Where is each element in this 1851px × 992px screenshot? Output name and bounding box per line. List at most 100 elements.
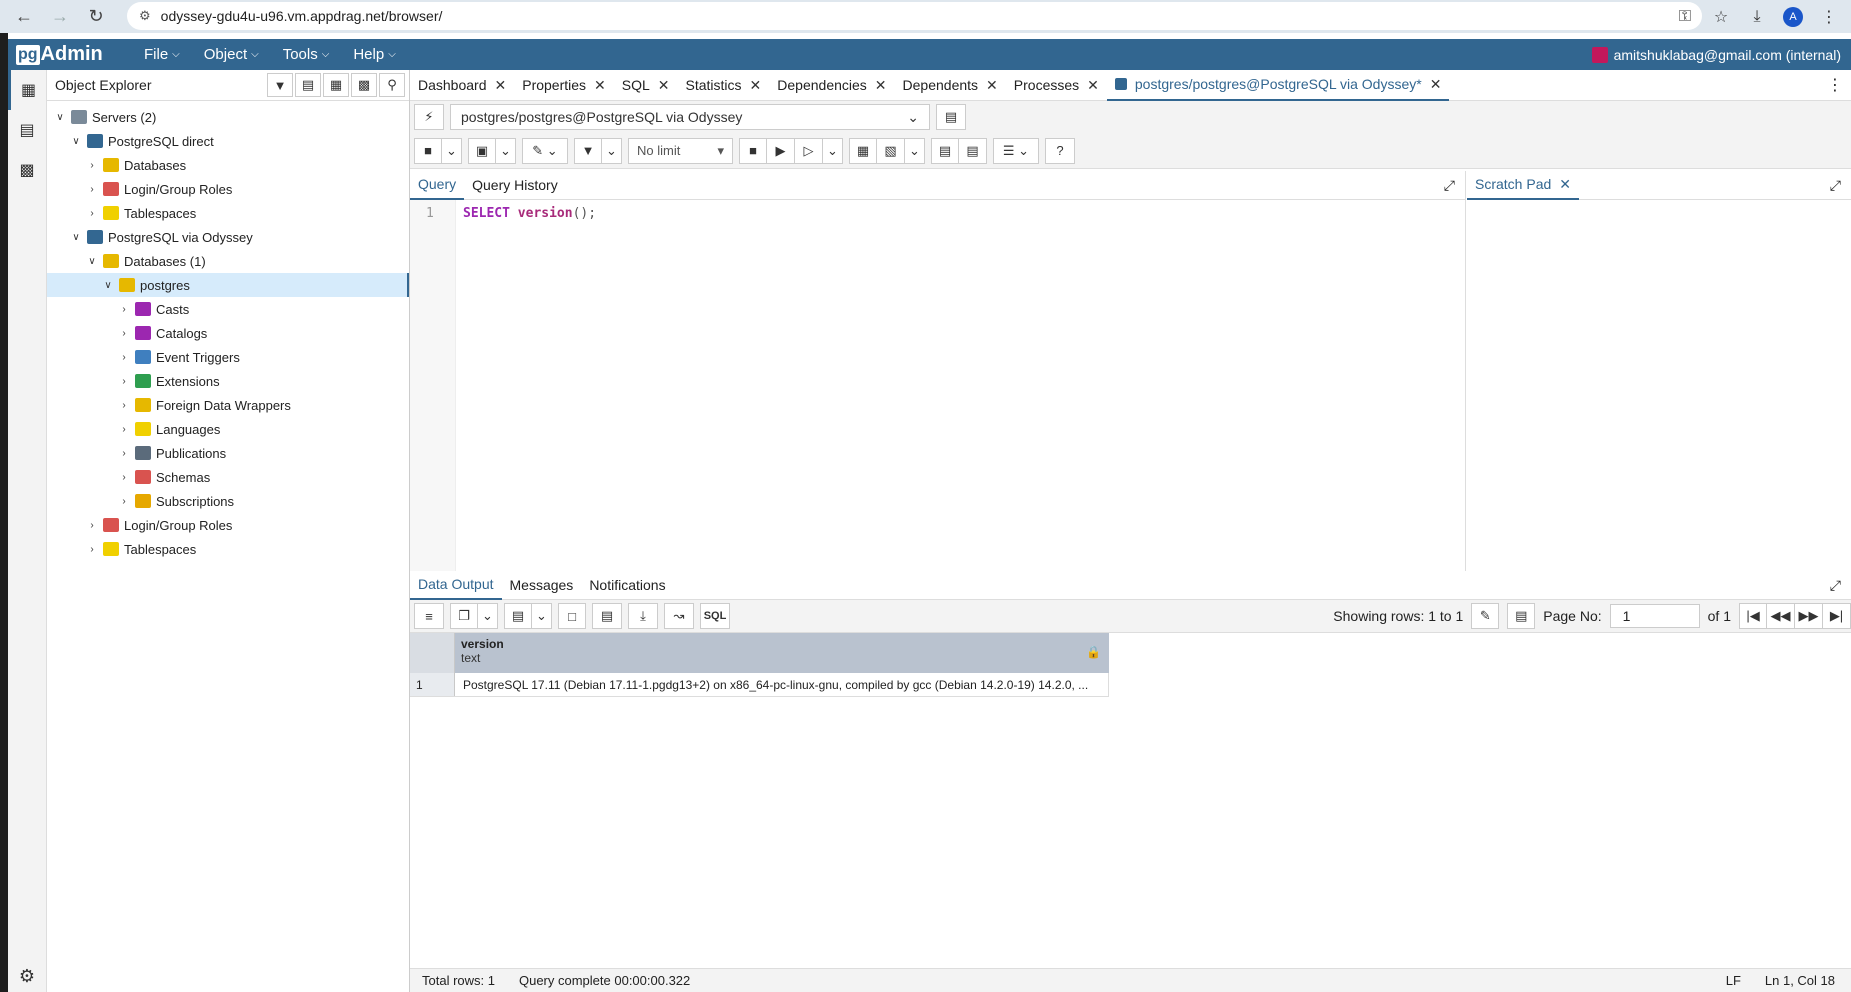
bookmark-star-icon[interactable]: ☆	[1705, 3, 1737, 31]
query-tool-icon[interactable]: ▤	[295, 73, 321, 97]
search-icon[interactable]: ⚲	[379, 73, 405, 97]
first-page-icon[interactable]: |◀	[1739, 603, 1767, 629]
close-icon[interactable]: ✕	[986, 77, 998, 94]
chevron-right-icon[interactable]: ›	[85, 520, 99, 531]
page-number-input[interactable]: 1	[1609, 604, 1700, 628]
chevron-down-icon[interactable]: ∨	[69, 136, 83, 147]
save-icon[interactable]: ▣	[468, 137, 496, 164]
chevron-right-icon[interactable]: ›	[117, 496, 131, 507]
close-icon[interactable]: ✕	[875, 77, 887, 94]
gear-icon[interactable]: ⚙	[8, 962, 46, 990]
rollback-icon[interactable]: ▤	[959, 137, 987, 164]
forward-icon[interactable]: →	[44, 3, 76, 31]
close-icon[interactable]: ✕	[1087, 77, 1099, 94]
tree-item[interactable]: › Tablespaces	[47, 537, 409, 561]
delete-icon[interactable]: □	[558, 603, 586, 629]
close-icon[interactable]: ✕	[750, 77, 762, 94]
tab-dependents[interactable]: Dependents ✕	[895, 70, 1006, 101]
close-icon[interactable]: ✕	[1559, 176, 1571, 193]
page-size-icon[interactable]: ▤	[1507, 603, 1536, 629]
sql-button[interactable]: SQL	[700, 603, 730, 629]
tab-statistics[interactable]: Statistics ✕	[678, 70, 770, 101]
chevron-right-icon[interactable]: ›	[117, 328, 131, 339]
chevron-right-icon[interactable]: ›	[117, 424, 131, 435]
download-icon[interactable]: ⤓	[628, 603, 658, 629]
explain-analyze-icon[interactable]: ▧	[877, 137, 905, 164]
site-info-icon[interactable]: ⚙	[139, 8, 151, 24]
expand-icon[interactable]: ⤢	[1830, 577, 1851, 594]
tree-item[interactable]: ∨ Servers (2)	[47, 105, 409, 129]
tab-query-history[interactable]: Query History	[464, 171, 566, 200]
filtered-rows-icon[interactable]: ▩	[351, 73, 377, 97]
tree-item[interactable]: › Foreign Data Wrappers	[47, 393, 409, 417]
tree-item[interactable]: ∨ Databases (1)	[47, 249, 409, 273]
chevron-down-icon[interactable]: ∨	[69, 232, 83, 243]
chevron-down-icon[interactable]: ∨	[101, 280, 115, 291]
close-icon[interactable]: ✕	[1430, 76, 1442, 93]
copy-icon[interactable]: ❐	[450, 603, 478, 629]
browser-menu-icon[interactable]: ⋮	[1813, 3, 1845, 31]
tab-data-output[interactable]: Data Output	[410, 571, 502, 600]
tab-scratch-pad[interactable]: Scratch Pad ✕	[1467, 171, 1579, 200]
chevron-down-icon[interactable]: ⌄	[442, 137, 462, 164]
tree-item[interactable]: › Databases	[47, 153, 409, 177]
tree-item[interactable]: › Languages	[47, 417, 409, 441]
connection-select[interactable]: postgres/postgres@PostgreSQL via Odyssey…	[450, 104, 930, 130]
tree-item[interactable]: › Casts	[47, 297, 409, 321]
chevron-right-icon[interactable]: ›	[85, 160, 99, 171]
stop-icon[interactable]: ■	[739, 137, 767, 164]
more-options-icon[interactable]: ⋮	[1827, 75, 1851, 95]
address-bar[interactable]: ⚙ odyssey-gdu4u-u96.vm.appdrag.net/brows…	[127, 2, 1702, 30]
tab-dependencies[interactable]: Dependencies ✕	[769, 70, 894, 101]
tab-dashboard[interactable]: Dashboard ✕	[410, 70, 514, 101]
edit-icon[interactable]: ✎	[1471, 603, 1500, 629]
explain-icon[interactable]: ▦	[849, 137, 877, 164]
download-icon[interactable]: ⤓	[1741, 3, 1773, 31]
chevron-right-icon[interactable]: ›	[117, 400, 131, 411]
chevron-down-icon[interactable]: ⌄	[905, 137, 925, 164]
table-row[interactable]: 1 PostgreSQL 17.11 (Debian 17.11-1.pgdg1…	[410, 673, 1109, 697]
user-menu[interactable]: amitshuklabag@gmail.com (internal)	[1591, 46, 1851, 63]
tab-sql[interactable]: SQL ✕	[614, 70, 678, 101]
expand-icon[interactable]: ⤢	[1830, 177, 1851, 194]
close-icon[interactable]: ✕	[594, 77, 606, 94]
sql-editor[interactable]: 1 SELECT version();	[410, 200, 1465, 571]
database-icon[interactable]: ▤	[8, 110, 46, 150]
tab-properties[interactable]: Properties ✕	[514, 70, 614, 101]
menu-help[interactable]: Help ⌵	[341, 39, 407, 70]
schema-diff-icon[interactable]: ▩	[8, 150, 46, 190]
column-header-version[interactable]: version text 🔒	[455, 633, 1109, 673]
tab-messages[interactable]: Messages	[502, 571, 582, 600]
row-limit-select[interactable]: No limit ▾	[628, 137, 733, 164]
tree-item[interactable]: › Schemas	[47, 465, 409, 489]
filter-icon[interactable]: ▼	[267, 73, 293, 97]
chevron-right-icon[interactable]: ›	[85, 184, 99, 195]
reload-icon[interactable]: ↻	[80, 3, 112, 31]
profile-button[interactable]: A	[1777, 3, 1809, 31]
filter-icon[interactable]: ▼	[574, 137, 602, 164]
back-icon[interactable]: ←	[8, 3, 40, 31]
execute-script-icon[interactable]: ▷	[795, 137, 823, 164]
save-data-icon[interactable]: ▤	[592, 603, 622, 629]
tab-postgres-postgres-postgresql-via-odyssey[interactable]: postgres/postgres@PostgreSQL via Odyssey…	[1106, 70, 1450, 101]
chevron-right-icon[interactable]: ›	[85, 208, 99, 219]
close-icon[interactable]: ✕	[495, 77, 507, 94]
tree-item[interactable]: › Catalogs	[47, 321, 409, 345]
tab-notifications[interactable]: Notifications	[581, 571, 673, 600]
chevron-down-icon[interactable]: ⌄	[532, 603, 552, 629]
object-explorer-icon[interactable]: ▦	[8, 70, 46, 110]
chevron-down-icon[interactable]: ∨	[53, 112, 67, 123]
next-page-icon[interactable]: ▶▶	[1795, 603, 1823, 629]
tree-item[interactable]: ∨ PostgreSQL direct	[47, 129, 409, 153]
close-icon[interactable]: ✕	[658, 77, 670, 94]
chevron-down-icon[interactable]: ⌄	[496, 137, 516, 164]
commit-icon[interactable]: ▤	[931, 137, 959, 164]
chevron-right-icon[interactable]: ›	[117, 304, 131, 315]
macros-icon[interactable]: ☰ ⌄	[993, 137, 1039, 164]
chevron-down-icon[interactable]: ⌄	[823, 137, 843, 164]
help-icon[interactable]: ?	[1045, 137, 1075, 164]
view-data-icon[interactable]: ▦	[323, 73, 349, 97]
chevron-down-icon[interactable]: ⌄	[602, 137, 622, 164]
graph-icon[interactable]: ↝	[664, 603, 694, 629]
last-page-icon[interactable]: ▶|	[1823, 603, 1851, 629]
